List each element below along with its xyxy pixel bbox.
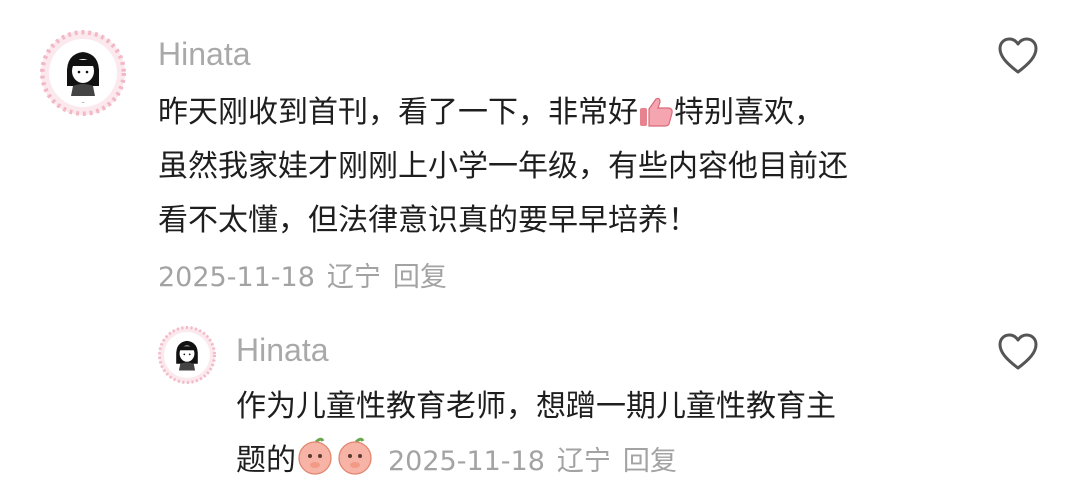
comment-line: 题的 2025-11-18 辽宁 回复 (236, 434, 956, 489)
heart-outline-icon (998, 37, 1038, 74)
avatar[interactable]: ~ (40, 30, 126, 116)
comment-line: 虽然我家娃才刚刚上小学一年级，有些内容他目前还 (158, 149, 848, 184)
comment-meta: 2025-11-18 辽宁 回复 (158, 255, 459, 294)
comment-location: 辽宁 (326, 262, 381, 293)
peach-thinking-emoji-icon (296, 436, 376, 476)
svg-text:~: ~ (81, 100, 84, 105)
comment-line: 作为儿童性教育老师，想蹭一期儿童性教育主 (236, 389, 836, 424)
avatar-girl-floral-frame-icon: ~ (40, 30, 126, 116)
thumbs-up-emoji-icon (638, 96, 674, 128)
reply-button[interactable]: 回复 (393, 262, 447, 293)
comment-date: 2025-11-18 (388, 446, 545, 477)
username[interactable]: Hinata (158, 36, 251, 73)
comment-text: 昨天刚收到首刊，看了一下，非常好 特别喜欢， 虽然我家娃才刚刚上小学一年级，有些内… (158, 86, 958, 248)
heart-outline-icon (998, 333, 1038, 370)
comment-meta: 2025-11-18 辽宁 回复 (388, 446, 689, 477)
comment-date: 2025-11-18 (158, 262, 315, 293)
like-button[interactable] (996, 330, 1040, 374)
like-button[interactable] (996, 34, 1040, 78)
username[interactable]: Hinata (236, 332, 329, 369)
comment-location: 辽宁 (556, 446, 611, 477)
comment-text: 作为儿童性教育老师，想蹭一期儿童性教育主 题的 2025-11-18 辽宁回复 (236, 380, 956, 489)
reply-button[interactable]: 回复 (623, 446, 677, 477)
comment-line: 昨天刚收到首刊，看了一下，非常好 特别喜欢， (158, 95, 824, 130)
comment-line: 看不太懂，但法律意识真的要早早培养！ (158, 203, 698, 238)
avatar[interactable] (158, 326, 216, 384)
avatar-girl-floral-frame-icon (158, 326, 216, 384)
